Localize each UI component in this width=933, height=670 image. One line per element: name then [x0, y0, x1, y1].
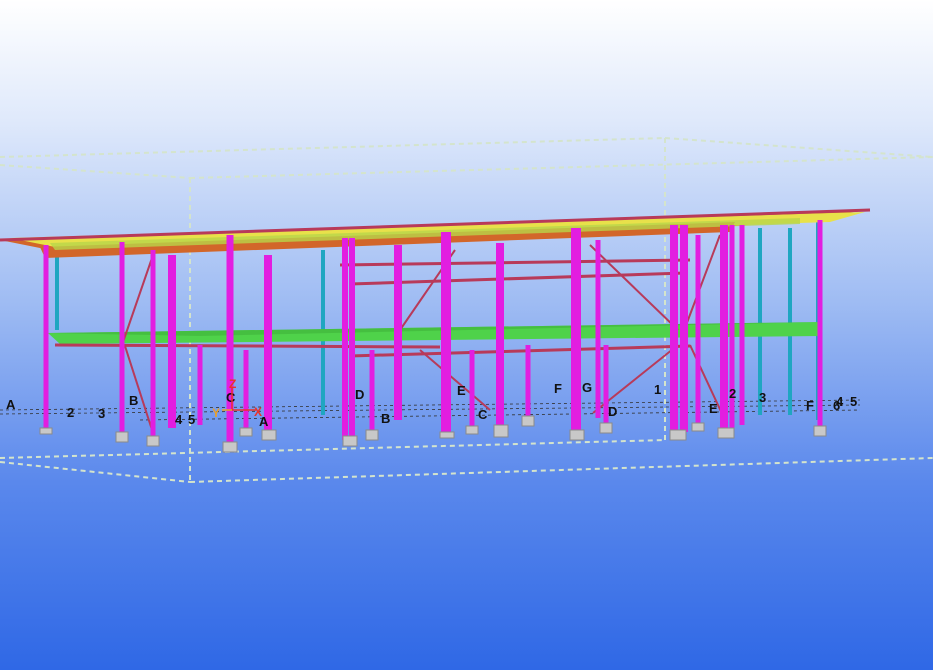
- grid-label: 6: [833, 398, 840, 413]
- grid-label: 4: [175, 412, 183, 427]
- floor-slab[interactable]: [48, 322, 820, 344]
- grid-label: F: [806, 398, 814, 413]
- grid-label: F: [554, 381, 562, 396]
- grid-label: B: [129, 393, 138, 408]
- grid-label: C: [226, 390, 236, 405]
- grid-label: E: [709, 401, 718, 416]
- grid-label: 3: [759, 390, 766, 405]
- grid-label: 1: [654, 382, 661, 397]
- grid-label: 2: [67, 405, 74, 420]
- grid-label: D: [608, 404, 617, 419]
- grid-label: D: [355, 387, 364, 402]
- coordinate-axis-icon: Z Y X: [212, 377, 262, 420]
- axis-x-label: X: [254, 405, 262, 419]
- grid-label: 3: [98, 406, 105, 421]
- grid-label: E: [457, 383, 466, 398]
- grid-label: G: [582, 380, 592, 395]
- structure-model[interactable]: A 2 3 B 4 5 C A D B E C F G D 1 E 2 3 F …: [0, 0, 933, 670]
- model-3d-viewport[interactable]: A 2 3 B 4 5 C A D B E C F G D 1 E 2 3 F …: [0, 0, 933, 670]
- grid-label: 5: [188, 412, 195, 427]
- axis-z-label: Z: [229, 377, 236, 391]
- grid-label: C: [478, 407, 488, 422]
- grid-label: 2: [729, 386, 736, 401]
- grid-label: 5: [850, 394, 857, 409]
- grid-label: A: [6, 397, 16, 412]
- grid-label: B: [381, 411, 390, 426]
- axis-y-label: Y: [212, 406, 220, 420]
